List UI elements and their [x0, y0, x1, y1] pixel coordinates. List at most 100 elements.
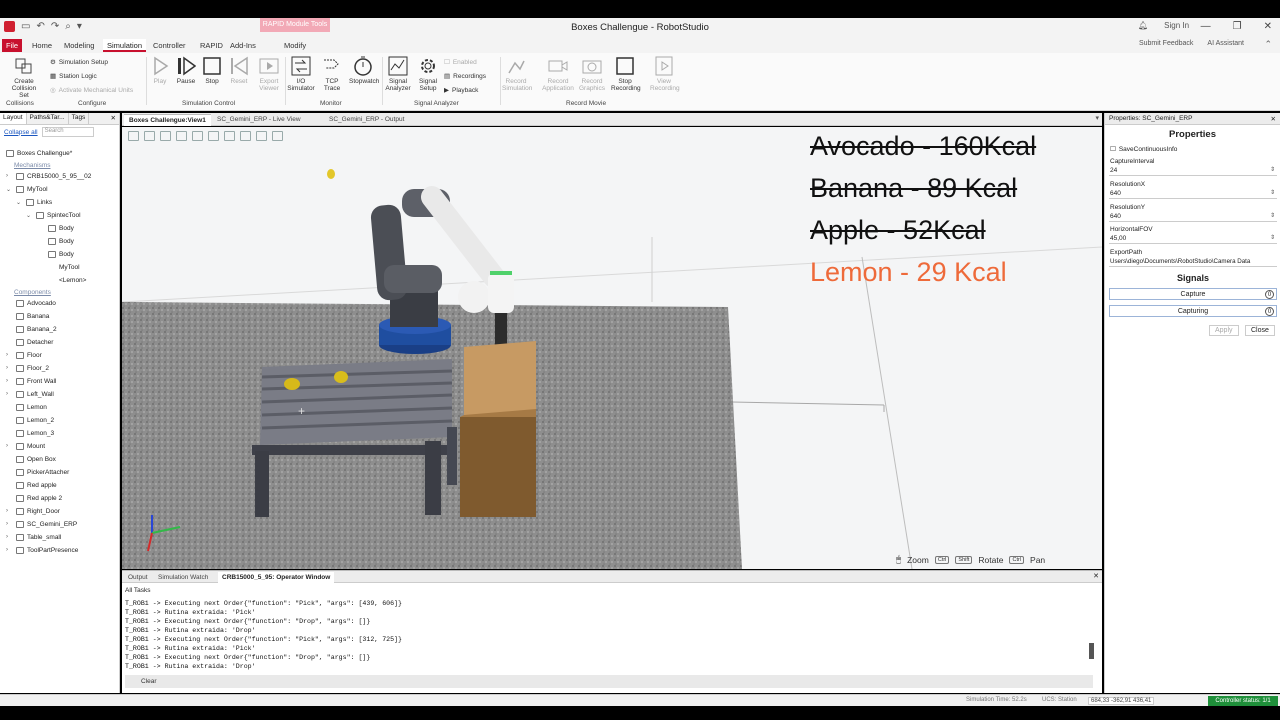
view-measure-icon[interactable] [224, 131, 235, 141]
recordings-button[interactable]: ▤ Recordings [444, 72, 486, 81]
export-path-field[interactable]: Users\diego\Documents\RobotStudio\Camera… [1109, 258, 1277, 267]
view-select-icon[interactable] [144, 131, 155, 141]
view-snap-icon[interactable] [176, 131, 187, 141]
capture-interval-field[interactable]: 24 ⇕ [1109, 167, 1277, 176]
view-jog-icon[interactable] [272, 131, 283, 141]
capturing-signal-button[interactable]: Capturing 0 [1109, 305, 1277, 317]
station-logic-button[interactable]: ▦ Station Logic [50, 72, 97, 81]
reset-button[interactable]: Reset [225, 56, 253, 85]
tree-item-body[interactable]: Body [48, 225, 74, 232]
tab-output-view[interactable]: SC_Gemini_ERP - Output [324, 114, 409, 126]
view-recording-button[interactable]: View Recording [650, 56, 680, 92]
expand-icon[interactable]: › [6, 391, 8, 397]
record-application-button[interactable]: Record Application [541, 56, 575, 92]
tree-item-component[interactable]: Lemon_2 [16, 417, 54, 424]
record-simulation-button[interactable]: Record Simulation [502, 56, 532, 92]
sign-in[interactable]: 🔔︎ Sign In [1138, 21, 1189, 30]
tcp-trace-button[interactable]: TCP Trace [318, 56, 346, 92]
maximize-icon[interactable]: ❐ [1233, 21, 1242, 32]
tab-modeling[interactable]: Modeling [60, 39, 98, 52]
collapse-all-link[interactable]: Collapse all [4, 129, 38, 136]
close-button[interactable]: Close [1245, 325, 1275, 336]
close-icon[interactable]: ✕ [1264, 21, 1272, 32]
tree-item-component[interactable]: Left_Wall [16, 391, 54, 398]
tab-rapid[interactable]: RAPID [196, 39, 227, 52]
play-button[interactable]: Play [146, 56, 174, 85]
tab-view1[interactable]: Boxes Challengue:View1 [124, 114, 211, 126]
tree-item-component[interactable]: Mount [16, 443, 45, 450]
stop-button[interactable]: Stop [198, 56, 226, 85]
resolution-y-field[interactable]: 640 ⇕ [1109, 213, 1277, 222]
view-zoom-fit-icon[interactable] [160, 131, 171, 141]
create-collision-set-button[interactable]: Create Collision Set [8, 56, 40, 99]
tree-item-spintectool[interactable]: SpintecTool [36, 212, 81, 219]
expand-icon[interactable]: › [6, 173, 8, 179]
enabled-checkbox[interactable]: ☐ Enabled [444, 58, 477, 67]
ai-assistant-link[interactable]: AI Assistant [1207, 40, 1244, 47]
tree-item-component[interactable]: Floor [16, 352, 42, 359]
pause-button[interactable]: Pause [172, 56, 200, 85]
stop-recording-button[interactable]: Stop Recording [611, 56, 641, 92]
view-play-icon[interactable] [128, 131, 139, 141]
tree-item-component[interactable]: Red apple 2 [16, 495, 62, 502]
controller-status[interactable]: Controller status: 1/1 [1208, 696, 1278, 706]
tree-item-component[interactable]: Right_Door [16, 508, 60, 515]
tree-item-component[interactable]: Open Box [16, 456, 56, 463]
3d-viewport[interactable]: + Avocado - 160Kcal Banana - 89 Kcal Apple… [122, 127, 1102, 569]
save-continuous-checkbox[interactable]: ☐ SaveContinuousInfo [1110, 145, 1177, 154]
tab-live-view[interactable]: SC_Gemini_ERP - Live View [212, 114, 306, 126]
resolution-x-field[interactable]: 640 ⇕ [1109, 190, 1277, 199]
bell-icon[interactable]: 🔔︎ [1138, 21, 1148, 30]
playback-button[interactable]: ▶ Playback [444, 86, 478, 95]
tree-item-body[interactable]: Body [48, 238, 74, 245]
ribbon-collapse-icon[interactable]: ⌃ [1264, 39, 1272, 50]
activate-mechanical-units-button[interactable]: ◎ Activate Mechanical Units [50, 86, 133, 95]
simulation-setup-button[interactable]: ⚙ Simulation Setup [50, 58, 108, 67]
tree-item-component[interactable]: SC_Gemini_ERP [16, 521, 77, 528]
expand-icon[interactable]: › [6, 508, 8, 514]
tab-tags[interactable]: Tags [69, 113, 90, 124]
tree-item-component[interactable]: Detacher [16, 339, 53, 346]
tree-item-mytool-frame[interactable]: MyTool [48, 264, 80, 271]
tree-item-robot[interactable]: CRB15000_5_95__02 [16, 173, 91, 180]
expand-icon[interactable]: › [6, 352, 8, 358]
tree-item-component[interactable]: Floor_2 [16, 365, 49, 372]
properties-close-icon[interactable]: ✕ [1271, 115, 1276, 123]
view-grid-icon[interactable] [256, 131, 267, 141]
tab-output[interactable]: Output [124, 572, 152, 583]
collapse-icon[interactable]: ⌄ [16, 199, 21, 206]
spinner-icon[interactable]: ⇕ [1270, 166, 1275, 173]
tab-paths-targets[interactable]: Paths&Tar... [27, 113, 69, 124]
expand-icon[interactable]: › [6, 365, 8, 371]
tree-item-component[interactable]: Advocado [16, 300, 56, 307]
clear-button[interactable]: Clear [125, 675, 1093, 688]
signal-analyzer-button[interactable]: Signal Analyzer [384, 56, 412, 92]
tree-item-component[interactable]: PickerAttacher [16, 469, 69, 476]
browser-search-input[interactable]: Search [41, 127, 94, 137]
view-move-icon[interactable] [192, 131, 203, 141]
tree-item-body[interactable]: Body [48, 251, 74, 258]
station-node[interactable]: Boxes Challengue* [6, 150, 72, 157]
view-frame-icon[interactable] [240, 131, 251, 141]
tree-item-mytool[interactable]: MyTool [16, 186, 48, 193]
tree-item-component[interactable]: ToolPartPresence [16, 547, 78, 554]
spinner-icon[interactable]: ⇕ [1270, 212, 1275, 219]
spinner-icon[interactable]: ⇕ [1270, 189, 1275, 196]
log-scrollbar[interactable] [1089, 643, 1094, 659]
tree-item-component[interactable]: Lemon_3 [16, 430, 54, 437]
expand-icon[interactable]: › [6, 443, 8, 449]
spinner-icon[interactable]: ⇕ [1270, 234, 1275, 241]
tab-simulation[interactable]: Simulation [103, 39, 147, 52]
expand-icon[interactable]: › [6, 547, 8, 553]
stopwatch-button[interactable]: Stopwatch [349, 56, 379, 85]
signal-setup-button[interactable]: Signal Setup [414, 56, 442, 92]
view-rotate-icon[interactable] [208, 131, 219, 141]
tree-item-component[interactable]: Table_small [16, 534, 61, 541]
doc-menu-icon[interactable]: ▾ [1095, 114, 1099, 122]
tab-file[interactable]: File [2, 39, 22, 52]
tree-item-component[interactable]: Red apple [16, 482, 57, 489]
tree-item-component[interactable]: Banana_2 [16, 326, 57, 333]
record-graphics-button[interactable]: Record Graphics [578, 56, 606, 92]
tree-item-component[interactable]: Banana [16, 313, 49, 320]
tree-item-lemon-attached[interactable]: <Lemon> [48, 277, 86, 284]
